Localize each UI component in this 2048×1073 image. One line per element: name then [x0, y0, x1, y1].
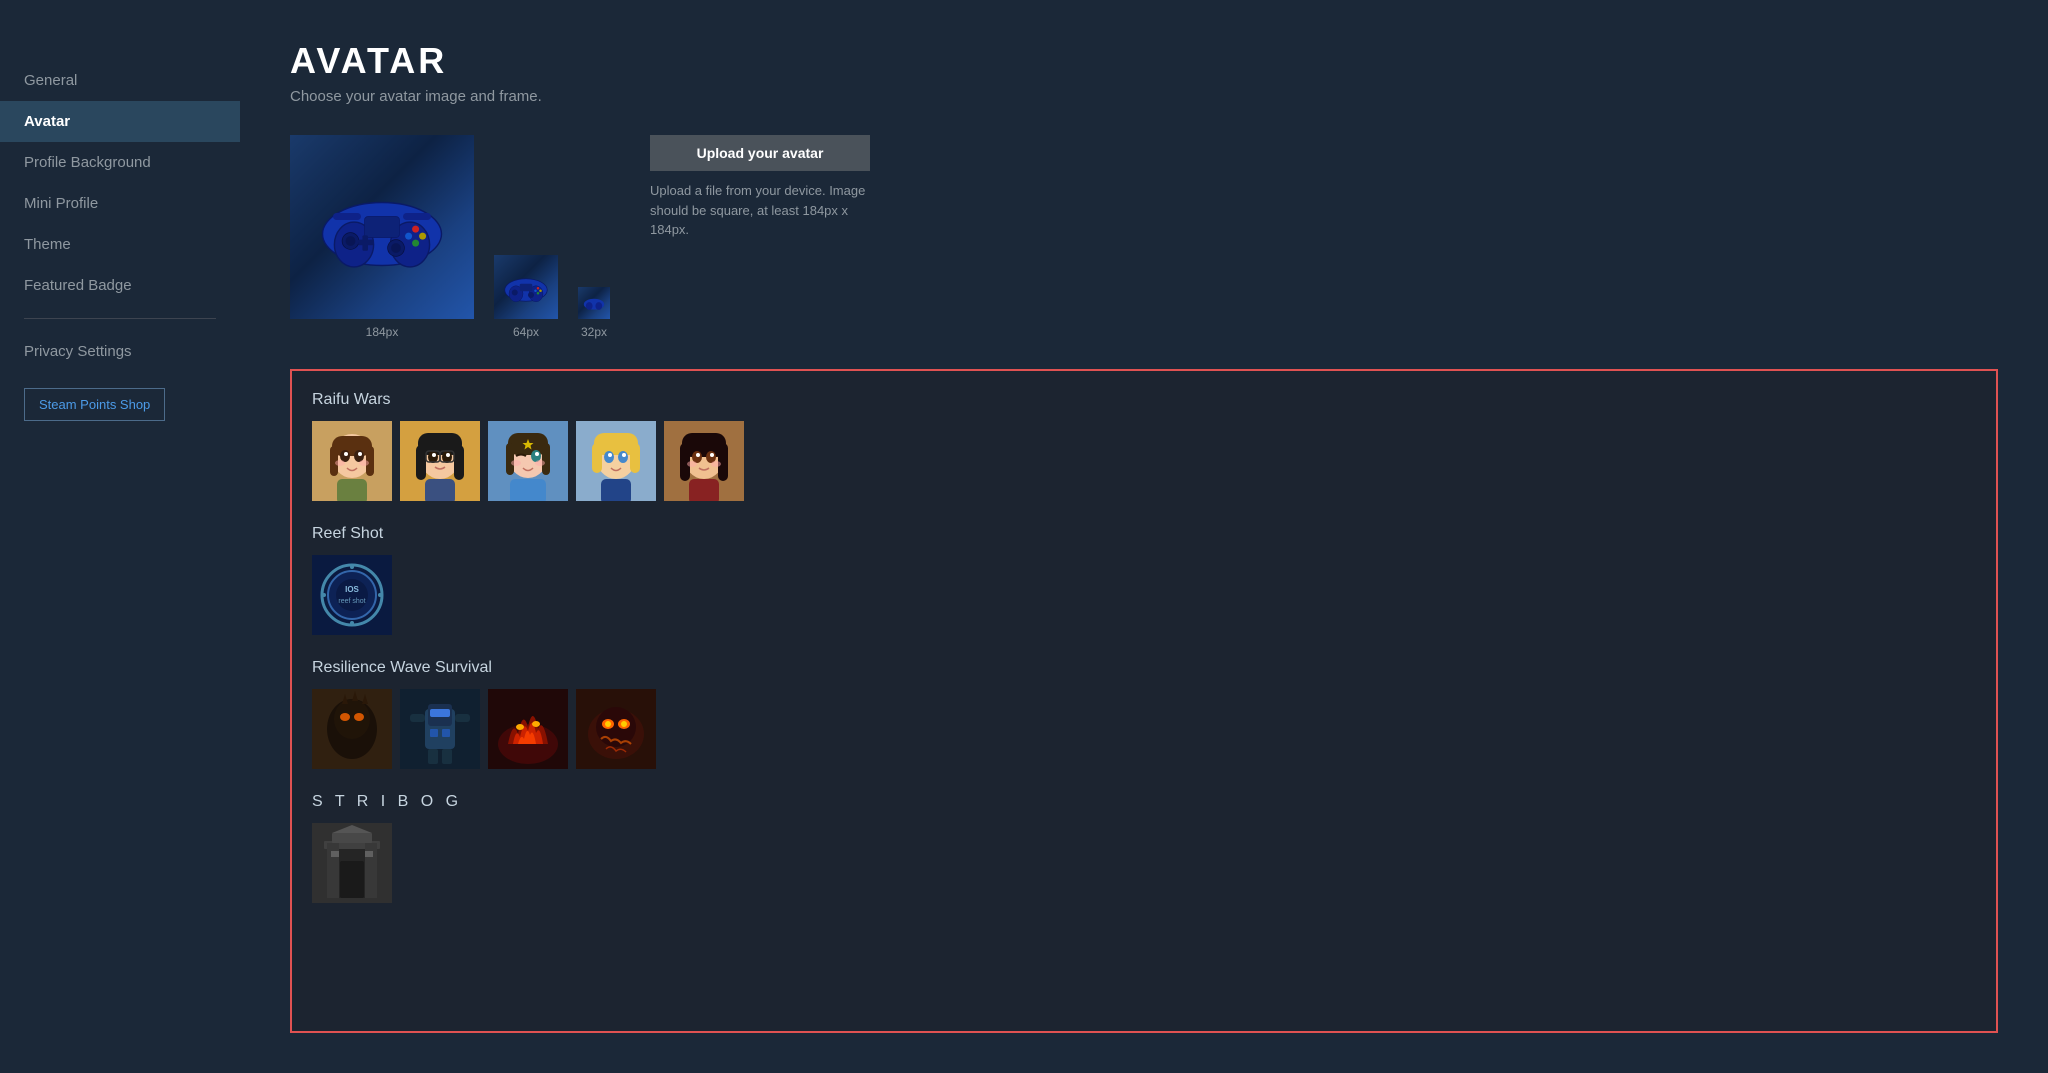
upload-avatar-button[interactable]: Upload your avatar	[650, 135, 870, 171]
svg-text:reef shot: reef shot	[338, 598, 365, 605]
avatar-preview-large: 184px	[290, 135, 474, 339]
avatar-thumb[interactable]	[488, 421, 568, 501]
avatar-grid-raifu-wars	[312, 421, 1976, 501]
avatar-thumb[interactable]	[576, 689, 656, 769]
page-title: AVATAR	[290, 40, 1998, 82]
avatar-library[interactable]: Raifu Wars	[290, 369, 1998, 1033]
avatar-size-label-medium: 64px	[513, 325, 539, 339]
avatar-previews: 184px	[290, 135, 610, 339]
avatar-image-small[interactable]	[578, 287, 610, 319]
svg-text:IOS: IOS	[345, 585, 359, 594]
upload-description: Upload a file from your device. Image sh…	[650, 181, 870, 240]
avatar-thumb[interactable]	[400, 421, 480, 501]
game-title-raifu-wars: Raifu Wars	[312, 391, 1976, 409]
avatar-image-large[interactable]	[290, 135, 474, 319]
avatar-thumb[interactable]	[312, 823, 392, 903]
avatar-thumb[interactable]	[664, 421, 744, 501]
sidebar-item-avatar[interactable]: Avatar	[0, 101, 240, 142]
game-section-reef-shot: Reef Shot IOS reef shot	[312, 525, 1976, 635]
avatar-section: 184px	[290, 135, 1998, 339]
sidebar-item-featured-badge[interactable]: Featured Badge	[0, 265, 240, 306]
sidebar-item-profile-background[interactable]: Profile Background	[0, 142, 240, 183]
sidebar: General Avatar Profile Background Mini P…	[0, 0, 240, 1073]
avatar-preview-medium: 64px	[494, 255, 558, 339]
avatar-grid-resilience-wave-survival	[312, 689, 1976, 769]
game-section-raifu-wars: Raifu Wars	[312, 391, 1976, 501]
steam-points-shop-button[interactable]: Steam Points Shop	[24, 388, 165, 421]
avatar-thumb[interactable]: IOS reef shot	[312, 555, 392, 635]
game-section-stribog: S T R I B O G	[312, 793, 1976, 903]
avatar-thumb[interactable]	[576, 421, 656, 501]
avatar-thumb[interactable]	[488, 689, 568, 769]
sidebar-item-mini-profile[interactable]: Mini Profile	[0, 183, 240, 224]
sidebar-item-privacy-settings[interactable]: Privacy Settings	[0, 331, 240, 372]
sidebar-item-theme[interactable]: Theme	[0, 224, 240, 265]
game-title-stribog: S T R I B O G	[312, 793, 1976, 811]
sidebar-item-general[interactable]: General	[0, 60, 240, 101]
avatar-size-label-large: 184px	[366, 325, 399, 339]
avatar-image-medium[interactable]	[494, 255, 558, 319]
upload-section: Upload your avatar Upload a file from yo…	[650, 135, 870, 240]
main-content: AVATAR Choose your avatar image and fram…	[240, 0, 2048, 1073]
avatar-thumb[interactable]	[312, 421, 392, 501]
sidebar-divider	[24, 318, 216, 319]
game-title-reef-shot: Reef Shot	[312, 525, 1976, 543]
game-title-resilience-wave-survival: Resilience Wave Survival	[312, 659, 1976, 677]
avatar-grid-reef-shot: IOS reef shot	[312, 555, 1976, 635]
avatar-grid-stribog	[312, 823, 1976, 903]
avatar-preview-small: 32px	[578, 287, 610, 339]
avatar-thumb[interactable]	[400, 689, 480, 769]
avatar-thumb[interactable]	[312, 689, 392, 769]
page-subtitle: Choose your avatar image and frame.	[290, 88, 1998, 105]
avatar-size-label-small: 32px	[581, 325, 607, 339]
game-section-resilience-wave-survival: Resilience Wave Survival	[312, 659, 1976, 769]
